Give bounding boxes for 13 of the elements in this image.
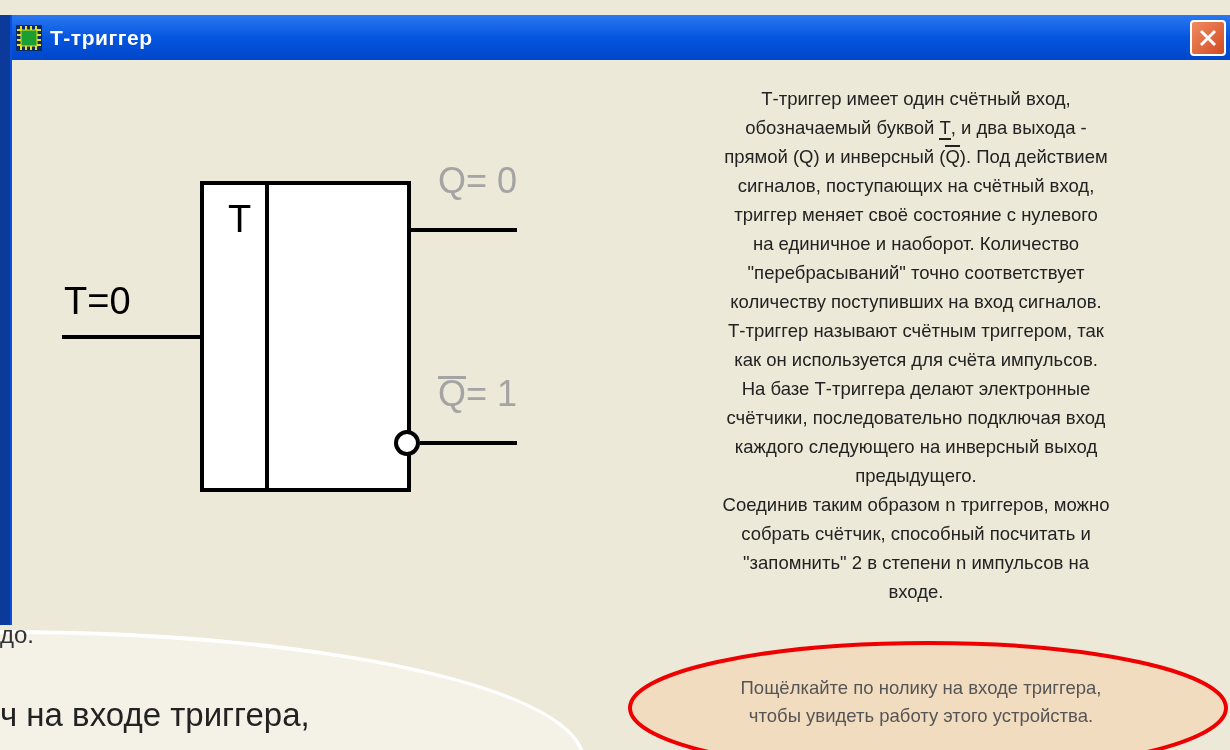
- close-button[interactable]: [1190, 19, 1226, 56]
- output-label: Q= 0: [438, 163, 518, 199]
- description-text: Т-триггер имеет один счётный вход, обозначаемый буквой T, и два выхода - прямой (Q) и инверсный (Q). Под действием сигналов, поступающих на счётный вход, триггер меняет своё состояние с нулевого на единичное и наоборот. Количество "перебрасываний" точно соответствует количеству поступивших на вход сигналов. Т-триггер называют счётным триггером, так как он используется для счёта импульсов. На базе Т-триггера делают электронные счётчики, последовательно подключая вход каждого следующего на инверсный выход предыдущего. Соединив таким образом n триггеров, можно собрать счётчик, способный посчитать и "запомнить" 2 в степени n импульсов на входе.: [722, 87, 1110, 604]
- input-label[interactable]: T=0: [64, 282, 131, 320]
- output-label: Q= 1: [438, 376, 518, 412]
- slide-text: ч на входе триггера,: [0, 698, 310, 731]
- close-icon: [1198, 27, 1218, 48]
- inversion-circle: [394, 430, 420, 456]
- hint-text: Пощёлкайте по нолику на входе триггера, чтобы увидеть работу этого устройства.: [739, 676, 1103, 728]
- slide-text: до.: [0, 623, 35, 647]
- window-title: Т-триггер: [50, 24, 153, 51]
- chip-icon: [16, 24, 42, 51]
- block-label: T: [228, 200, 252, 238]
